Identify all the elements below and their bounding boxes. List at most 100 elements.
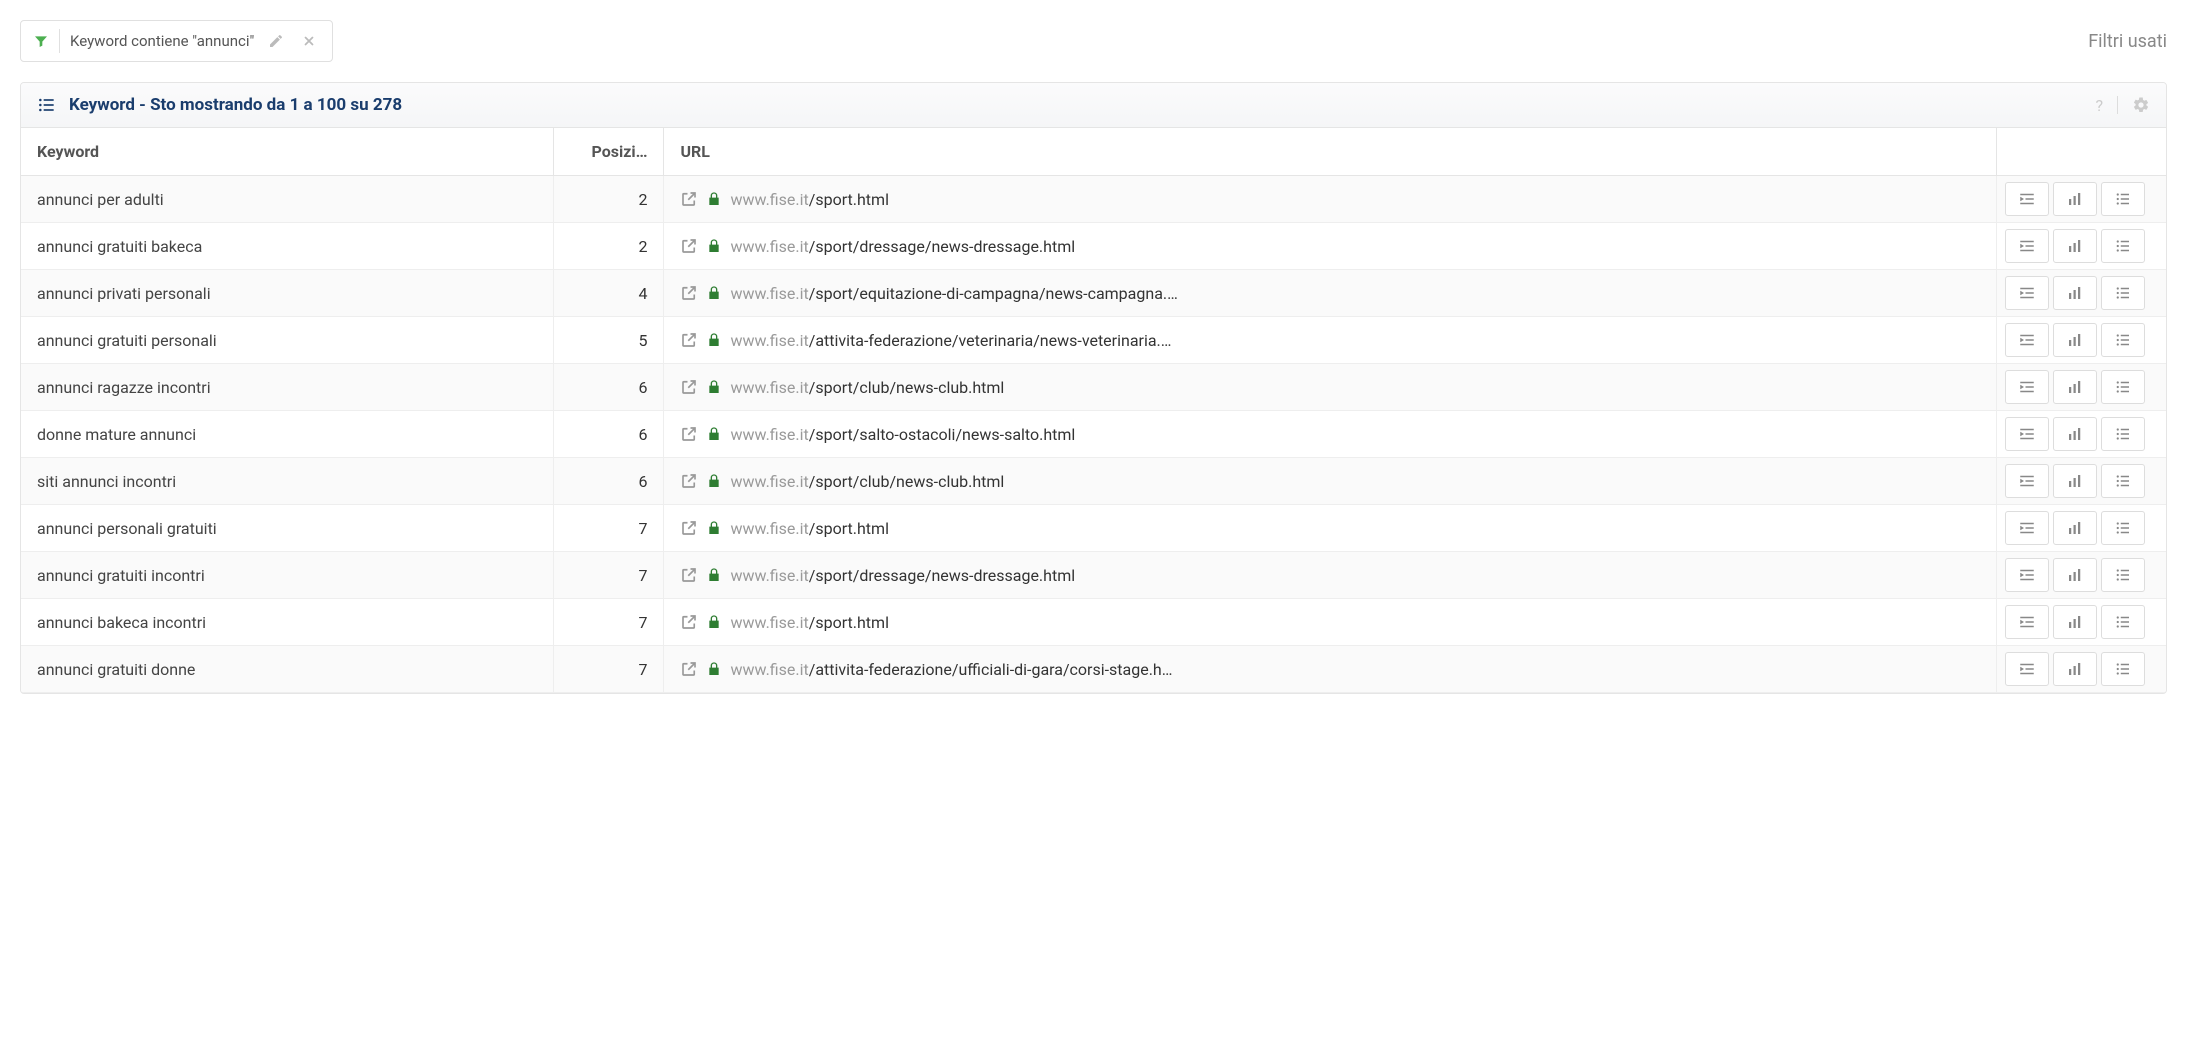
url-cell[interactable]: www.fise.it/sport/club/news-club.html: [664, 458, 1996, 505]
url-cell[interactable]: www.fise.it/sport/dressage/news-dressage…: [664, 223, 1996, 270]
url-cell[interactable]: www.fise.it/sport.html: [664, 599, 1996, 646]
action-chart-icon[interactable]: [2053, 652, 2097, 686]
keyword-cell[interactable]: annunci gratuiti personali: [21, 317, 554, 364]
action-list-icon[interactable]: [2101, 370, 2145, 404]
url-text: www.fise.it/attivita-federazione/veterin…: [730, 331, 1171, 350]
action-indent-icon[interactable]: [2005, 182, 2049, 216]
url-cell[interactable]: www.fise.it/sport.html: [664, 176, 1996, 223]
action-chart-icon[interactable]: [2053, 558, 2097, 592]
table-row: annunci gratuiti incontri 7 www.fise.it/…: [21, 552, 2166, 599]
url-cell[interactable]: www.fise.it/sport.html: [664, 505, 1996, 552]
edit-filter-icon[interactable]: [264, 33, 288, 49]
action-list-icon[interactable]: [2101, 182, 2145, 216]
keyword-cell[interactable]: annunci ragazze incontri: [21, 364, 554, 411]
url-cell[interactable]: www.fise.it/attivita-federazione/veterin…: [664, 317, 1996, 364]
lock-icon: [706, 238, 722, 254]
action-chart-icon[interactable]: [2053, 276, 2097, 310]
table-row: annunci personali gratuiti 7 www.fise.it…: [21, 505, 2166, 552]
url-cell[interactable]: www.fise.it/sport/club/news-club.html: [664, 364, 1996, 411]
action-chart-icon[interactable]: [2053, 229, 2097, 263]
keyword-panel: Keyword - Sto mostrando da 1 a 100 su 27…: [20, 82, 2167, 694]
external-link-icon[interactable]: [680, 284, 698, 302]
position-value: 7: [638, 519, 647, 538]
keyword-text: annunci ragazze incontri: [37, 378, 211, 397]
position-value: 6: [638, 425, 647, 444]
keyword-cell[interactable]: annunci gratuiti donne: [21, 646, 554, 693]
action-chart-icon[interactable]: [2053, 464, 2097, 498]
url-text: www.fise.it/sport/equitazione-di-campagn…: [730, 284, 1177, 303]
help-icon[interactable]: ?: [2095, 96, 2103, 115]
table-row: annunci gratuiti donne 7 www.fise.it/att…: [21, 646, 2166, 693]
action-indent-icon[interactable]: [2005, 229, 2049, 263]
column-header-url[interactable]: URL: [664, 128, 1996, 176]
external-link-icon[interactable]: [680, 472, 698, 490]
close-filter-icon[interactable]: [298, 34, 320, 48]
settings-icon[interactable]: [2132, 96, 2150, 114]
action-list-icon[interactable]: [2101, 464, 2145, 498]
action-indent-icon[interactable]: [2005, 276, 2049, 310]
position-cell: 6: [554, 411, 664, 458]
action-indent-icon[interactable]: [2005, 511, 2049, 545]
external-link-icon[interactable]: [680, 660, 698, 678]
action-chart-icon[interactable]: [2053, 370, 2097, 404]
action-chart-icon[interactable]: [2053, 182, 2097, 216]
action-indent-icon[interactable]: [2005, 464, 2049, 498]
url-cell[interactable]: www.fise.it/sport/dressage/news-dressage…: [664, 552, 1996, 599]
position-cell: 2: [554, 223, 664, 270]
external-link-icon[interactable]: [680, 566, 698, 584]
lock-icon: [706, 614, 722, 630]
url-text: www.fise.it/sport/dressage/news-dressage…: [730, 237, 1075, 256]
external-link-icon[interactable]: [680, 331, 698, 349]
external-link-icon[interactable]: [680, 425, 698, 443]
external-link-icon[interactable]: [680, 237, 698, 255]
column-header-keyword[interactable]: Keyword: [21, 128, 554, 176]
action-list-icon[interactable]: [2101, 417, 2145, 451]
actions-cell: [1996, 317, 2166, 364]
action-chart-icon[interactable]: [2053, 605, 2097, 639]
table-row: annunci ragazze incontri 6 www.fise.it/s…: [21, 364, 2166, 411]
action-chart-icon[interactable]: [2053, 511, 2097, 545]
url-cell[interactable]: www.fise.it/attivita-federazione/ufficia…: [664, 646, 1996, 693]
external-link-icon[interactable]: [680, 190, 698, 208]
keyword-cell[interactable]: annunci privati personali: [21, 270, 554, 317]
action-indent-icon[interactable]: [2005, 605, 2049, 639]
action-indent-icon[interactable]: [2005, 558, 2049, 592]
keyword-cell[interactable]: donne mature annunci: [21, 411, 554, 458]
external-link-icon[interactable]: [680, 519, 698, 537]
action-list-icon[interactable]: [2101, 511, 2145, 545]
external-link-icon[interactable]: [680, 378, 698, 396]
external-link-icon[interactable]: [680, 613, 698, 631]
url-cell[interactable]: www.fise.it/sport/salto-ostacoli/news-sa…: [664, 411, 1996, 458]
position-cell: 7: [554, 599, 664, 646]
action-list-icon[interactable]: [2101, 323, 2145, 357]
action-list-icon[interactable]: [2101, 229, 2145, 263]
action-chart-icon[interactable]: [2053, 323, 2097, 357]
keyword-cell[interactable]: annunci bakeca incontri: [21, 599, 554, 646]
keyword-cell[interactable]: annunci personali gratuiti: [21, 505, 554, 552]
action-indent-icon[interactable]: [2005, 417, 2049, 451]
action-list-icon[interactable]: [2101, 558, 2145, 592]
column-header-position[interactable]: Posizi…: [554, 128, 664, 176]
filter-icon: [33, 33, 49, 49]
filters-used-link[interactable]: Filtri usati: [2088, 31, 2167, 52]
panel-header: Keyword - Sto mostrando da 1 a 100 su 27…: [21, 83, 2166, 128]
action-list-icon[interactable]: [2101, 605, 2145, 639]
action-indent-icon[interactable]: [2005, 370, 2049, 404]
keyword-cell[interactable]: annunci gratuiti bakeca: [21, 223, 554, 270]
position-value: 7: [638, 660, 647, 679]
url-text: www.fise.it/sport.html: [730, 613, 888, 632]
url-text: www.fise.it/attivita-federazione/ufficia…: [730, 660, 1172, 679]
action-list-icon[interactable]: [2101, 276, 2145, 310]
keyword-cell[interactable]: annunci gratuiti incontri: [21, 552, 554, 599]
actions-cell: [1996, 223, 2166, 270]
action-indent-icon[interactable]: [2005, 652, 2049, 686]
actions-cell: [1996, 552, 2166, 599]
keyword-cell[interactable]: siti annunci incontri: [21, 458, 554, 505]
action-chart-icon[interactable]: [2053, 417, 2097, 451]
actions-cell: [1996, 411, 2166, 458]
position-value: 7: [638, 613, 647, 632]
action-list-icon[interactable]: [2101, 652, 2145, 686]
keyword-cell[interactable]: annunci per adulti: [21, 176, 554, 223]
action-indent-icon[interactable]: [2005, 323, 2049, 357]
url-cell[interactable]: www.fise.it/sport/equitazione-di-campagn…: [664, 270, 1996, 317]
